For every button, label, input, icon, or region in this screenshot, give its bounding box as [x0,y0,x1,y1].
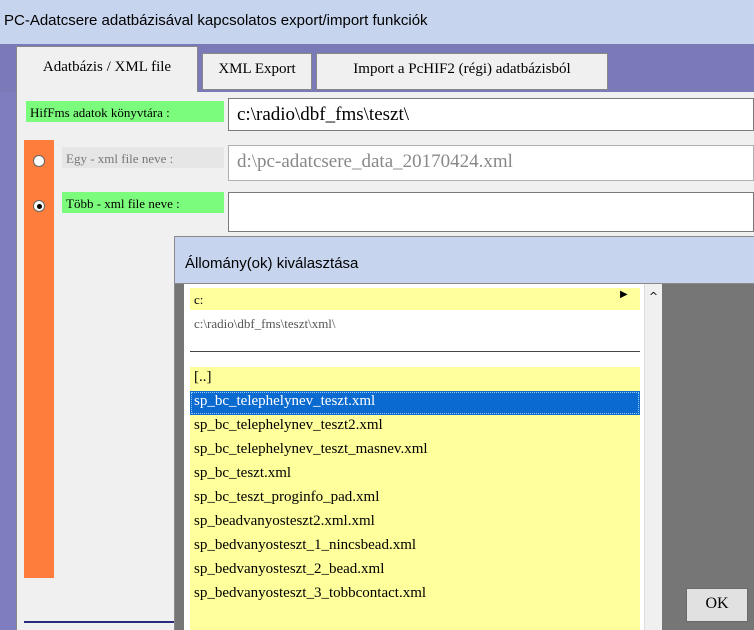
list-item[interactable]: sp_bc_teszt.xml [190,463,640,487]
db-folder-field[interactable]: c:\radio\dbf_fms\teszt\ [228,98,754,131]
current-path: c:\radio\dbf_fms\teszt\xml\ [190,312,640,342]
window-title: PC-Adatcsere adatbázisával kapcsolatos e… [0,0,754,44]
list-item[interactable]: sp_bedvanyosteszt_2_bead.xml [190,559,640,583]
multi-xml-field[interactable] [228,192,754,232]
file-dialog-title: Állomány(ok) kiválasztása [174,236,754,284]
list-item[interactable]: sp_bc_telephelynev_teszt.xml [190,391,640,415]
list-item[interactable]: sp_bc_teszt_proginfo_pad.xml [190,487,640,511]
db-folder-label: HifFms adatok könyvtára : [26,101,224,122]
file-list: [..] sp_bc_telephelynev_teszt.xml sp_bc_… [190,367,640,630]
single-xml-label: Egy - xml file neve : [62,147,224,168]
list-item[interactable]: sp_beadvanyosteszt2.xml.xml [190,511,640,535]
list-item-parent[interactable]: [..] [190,367,640,391]
divider-line [24,621,174,623]
path-separator [190,351,640,352]
tab-xml-export[interactable]: XML Export [202,53,312,90]
drive-select[interactable]: c: [190,288,640,310]
triangle-right-icon[interactable]: ▶ [620,289,628,300]
tab-database-xml[interactable]: Adatbázis / XML file [16,46,198,92]
list-item[interactable]: sp_bc_telephelynev_teszt_masnev.xml [190,439,640,463]
list-item[interactable]: sp_bc_telephelynev_teszt2.xml [190,415,640,439]
list-item[interactable]: sp_bedvanyosteszt_3_tobbcontact.xml [190,583,640,607]
multi-xml-label: Több - xml file neve : [62,192,224,213]
list-item[interactable]: sp_bedvanyosteszt_1_nincsbead.xml [190,535,640,559]
single-xml-field[interactable]: d:\pc-adatcsere_data_20170424.xml [228,145,754,181]
multi-xml-radio[interactable] [33,200,45,212]
ok-button[interactable]: OK [686,588,748,622]
tab-import-pchif2[interactable]: Import a PcHIF2 (régi) adatbázisból [316,53,608,90]
file-list-scrollbar[interactable]: ^ [644,284,662,630]
single-xml-radio[interactable] [33,155,45,167]
chevron-up-icon[interactable]: ^ [645,290,662,303]
